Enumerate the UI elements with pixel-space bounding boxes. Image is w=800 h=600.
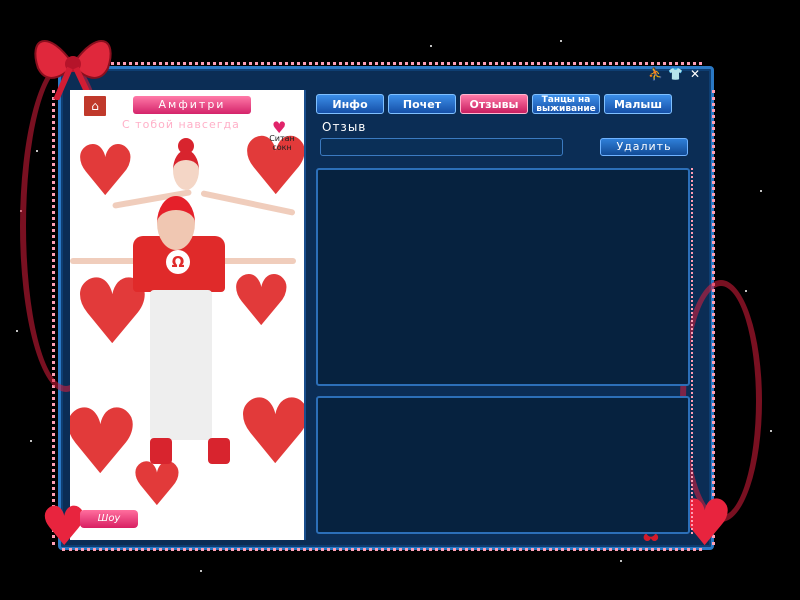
review-label: Отзыв (322, 120, 367, 134)
avatar-girl-head (173, 150, 199, 190)
heart-pattern: ♥ (235, 380, 304, 485)
show-button-label: Шоу (97, 513, 121, 524)
scrollbar-track[interactable] (691, 168, 697, 534)
side-label: Ситан сокн (269, 134, 295, 152)
avatar-shoe (150, 438, 172, 464)
shirt-logo-icon: Ω (166, 250, 190, 274)
frame-dots-bottom (62, 548, 702, 551)
tab-survival-dance[interactable]: Танцы на выживание (532, 94, 600, 114)
avatar-boy-head (157, 196, 195, 250)
home-icon[interactable]: ⌂ (82, 94, 108, 118)
heart-pattern: ♥ (230, 260, 293, 342)
tab-honor[interactable]: Почет (388, 94, 456, 114)
avatar-shoe (208, 438, 230, 464)
status-message: С тобой навсегда (122, 118, 240, 131)
frame-dots-top (62, 62, 702, 65)
tab-info[interactable]: Инфо (316, 94, 384, 114)
avatar-arm (220, 258, 296, 264)
show-button[interactable]: Шоу (80, 510, 138, 528)
review-detail[interactable] (316, 396, 690, 534)
running-figure-icon[interactable]: ⛹ (648, 68, 663, 80)
avatar-boy-pants (150, 290, 212, 440)
delete-button[interactable]: Удалить (600, 138, 688, 156)
review-input[interactable] (320, 138, 563, 156)
avatar-arm (70, 258, 140, 264)
close-icon[interactable]: ✕ (688, 68, 702, 80)
player-name: Амфитри (133, 96, 251, 114)
tab-baby[interactable]: Малыш (604, 94, 672, 114)
tab-reviews[interactable]: Отзывы (460, 94, 528, 114)
reviews-list[interactable] (316, 168, 690, 386)
shirt-icon[interactable]: 👕 (668, 68, 683, 80)
